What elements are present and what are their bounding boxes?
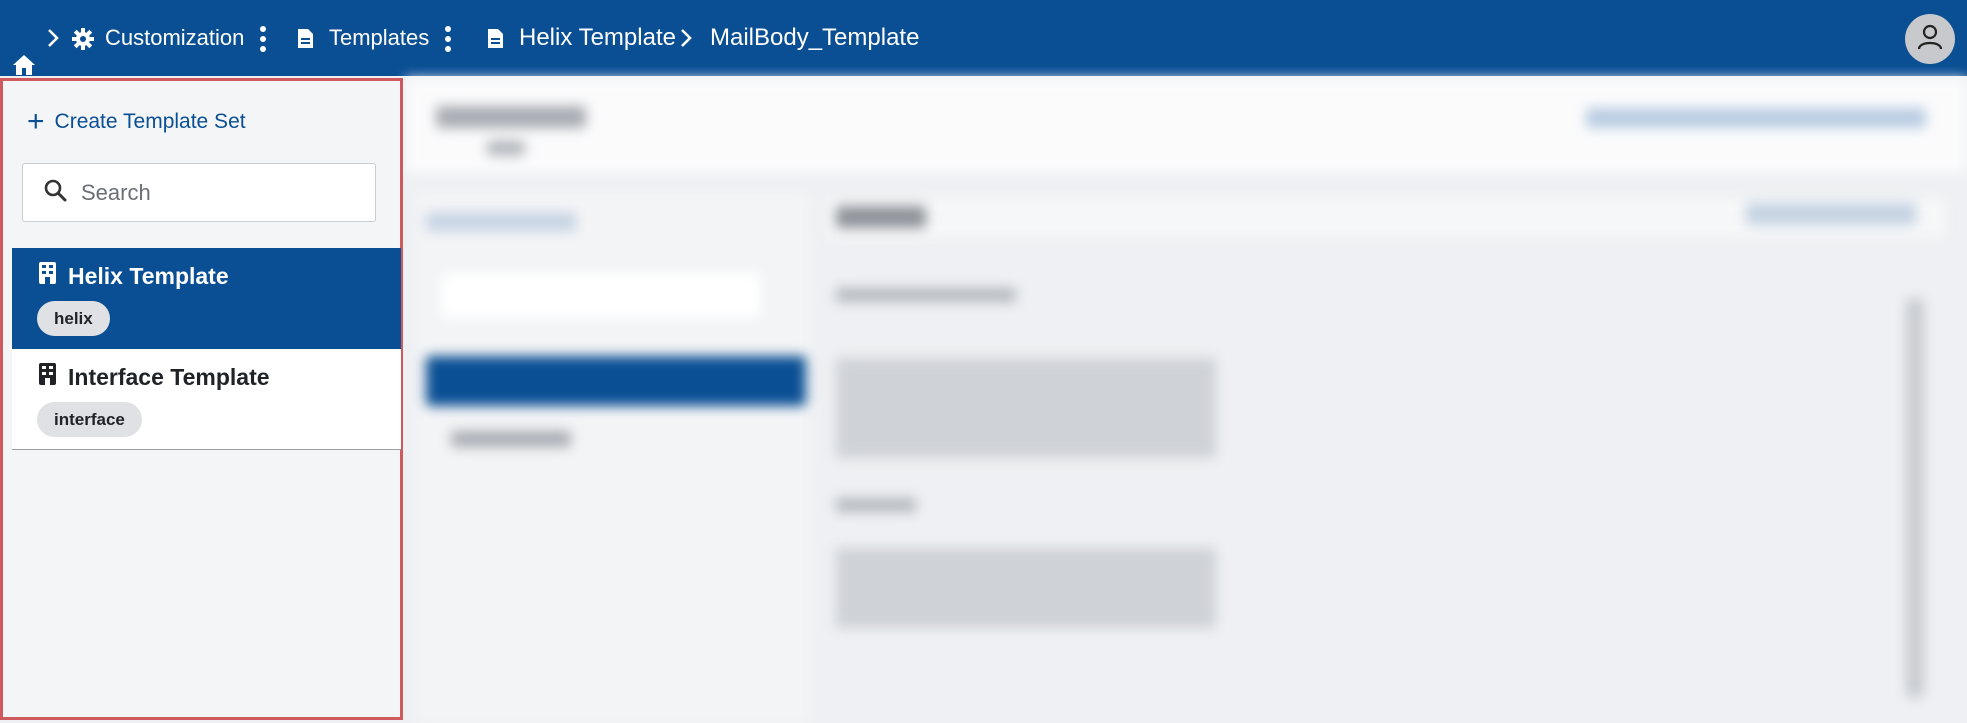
tag-badge: helix: [37, 301, 110, 336]
list-item-title: Interface Template: [39, 363, 270, 391]
blurred-content-area: [406, 78, 1967, 723]
breadcrumb-helix-template[interactable]: Helix Template: [519, 0, 676, 76]
breadcrumb-templates[interactable]: Templates: [329, 0, 429, 76]
plus-icon: +: [27, 105, 45, 138]
breadcrumb-customization[interactable]: Customization: [105, 0, 244, 76]
breadcrumb-current-page: MailBody_Template: [710, 24, 920, 51]
search-input[interactable]: [81, 179, 361, 206]
file-icon: [487, 28, 504, 49]
more-vertical-icon[interactable]: [258, 25, 268, 53]
create-template-set-button[interactable]: + Create Template Set: [27, 105, 246, 139]
gear-icon: [72, 28, 94, 50]
template-set-panel: + Create Template Set Helix Template hel…: [0, 78, 403, 720]
file-icon: [297, 28, 314, 49]
chevron-right-icon: [680, 28, 692, 48]
building-icon: [39, 363, 68, 391]
list-item-title: Helix Template: [39, 262, 229, 290]
search-icon: [43, 178, 67, 207]
chevron-right-icon: [47, 28, 59, 48]
user-icon: [1916, 23, 1944, 56]
list-item-interface-template[interactable]: Interface Template interface: [12, 349, 401, 450]
search-box[interactable]: [22, 163, 376, 222]
tag-badge: interface: [37, 402, 142, 437]
building-icon: [39, 262, 68, 290]
list-item-title-text: Interface Template: [68, 363, 270, 390]
list-item-title-text: Helix Template: [68, 262, 229, 289]
more-vertical-icon[interactable]: [443, 25, 453, 53]
create-template-set-label: Create Template Set: [54, 110, 246, 133]
template-set-list: Helix Template helix Interface Template …: [12, 248, 401, 450]
list-item-helix-template[interactable]: Helix Template helix: [12, 248, 401, 349]
user-avatar[interactable]: [1905, 14, 1955, 64]
top-navigation-bar: Customization Templates Helix Template M…: [0, 0, 1967, 76]
